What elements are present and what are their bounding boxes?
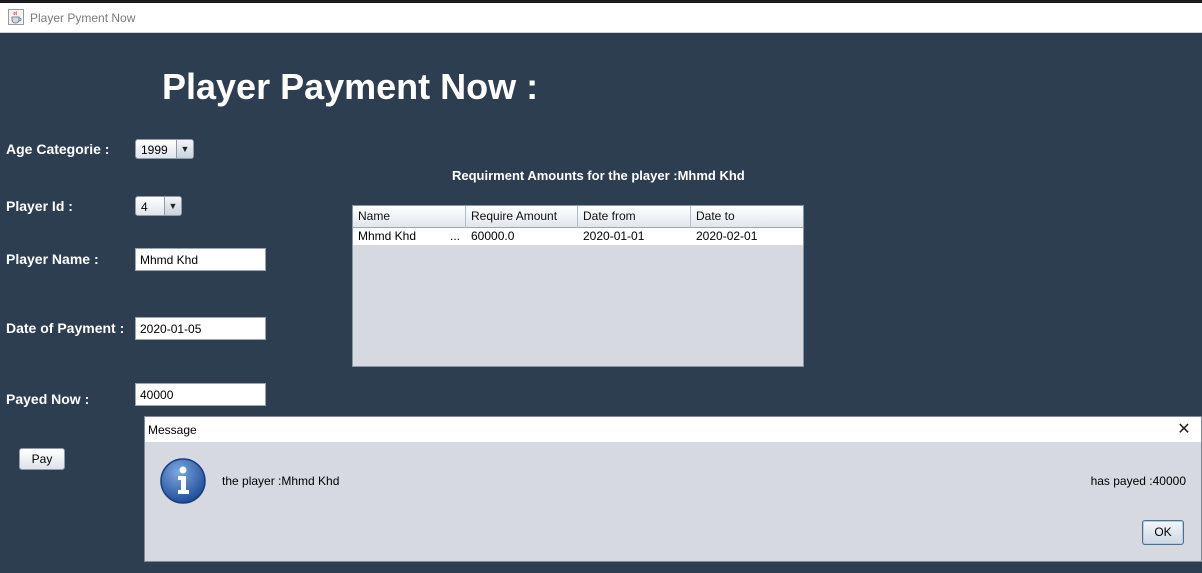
- page-title: Player Payment Now :: [162, 66, 539, 107]
- table-cell-name: Mhmd Khd: [358, 229, 417, 243]
- column-header-require-amount[interactable]: Require Amount: [466, 206, 578, 228]
- column-header-name[interactable]: Name: [353, 206, 466, 228]
- message-dialog: Message ✕ the player :Mhmd Khd has payed…: [144, 416, 1202, 562]
- column-header-date-to[interactable]: Date to: [691, 206, 803, 228]
- payed-now-field[interactable]: 40000: [135, 383, 266, 406]
- player-name-label: Player Name :: [6, 251, 99, 267]
- information-icon: [160, 458, 206, 504]
- table-cell-date-from: 2020-01-01: [583, 229, 645, 243]
- date-of-payment-field[interactable]: 2020-01-05: [135, 317, 266, 340]
- player-id-value: 4: [141, 200, 148, 214]
- window-title: Player Pyment Now: [30, 11, 136, 25]
- java-cup-icon: [8, 9, 24, 25]
- chevron-down-icon[interactable]: ▼: [176, 140, 193, 158]
- column-header-date-from[interactable]: Date from: [578, 206, 691, 228]
- player-id-combobox[interactable]: 4 ▼: [135, 196, 182, 216]
- pay-button[interactable]: Pay: [19, 448, 65, 470]
- player-name-field[interactable]: Mhmd Khd: [135, 248, 266, 271]
- window-titlebar[interactable]: Player Pyment Now: [0, 3, 1202, 33]
- payed-now-label: Payed Now :: [6, 391, 90, 407]
- date-of-payment-label: Date of Payment :: [6, 320, 125, 336]
- dialog-message: the player :Mhmd Khd: [222, 474, 340, 488]
- table-row[interactable]: Mhmd Khd ... 60000.0 2020-01-01 2020-02-…: [353, 228, 803, 245]
- chevron-down-icon[interactable]: ▼: [164, 197, 181, 215]
- table-header: Name Require Amount Date from Date to: [353, 206, 803, 228]
- requirements-title: Requirment Amounts for the player :Mhmd …: [452, 168, 745, 183]
- age-category-label: Age Categorie :: [6, 141, 110, 157]
- close-icon[interactable]: ✕: [1175, 420, 1193, 438]
- dialog-message-amount: has payed :40000: [1090, 474, 1186, 488]
- player-id-label: Player Id :: [6, 198, 73, 214]
- table-cell-truncation: ...: [450, 229, 461, 243]
- requirements-table[interactable]: Name Require Amount Date from Date to Mh…: [352, 205, 804, 367]
- ok-button[interactable]: OK: [1142, 520, 1184, 545]
- age-category-combobox[interactable]: 1999 ▼: [135, 139, 194, 159]
- age-category-value: 1999: [141, 143, 168, 157]
- table-cell-require-amount: 60000.0: [471, 229, 515, 243]
- dialog-titlebar[interactable]: Message ✕: [145, 417, 1201, 442]
- dialog-title: Message: [148, 423, 197, 437]
- table-cell-date-to: 2020-02-01: [696, 229, 758, 243]
